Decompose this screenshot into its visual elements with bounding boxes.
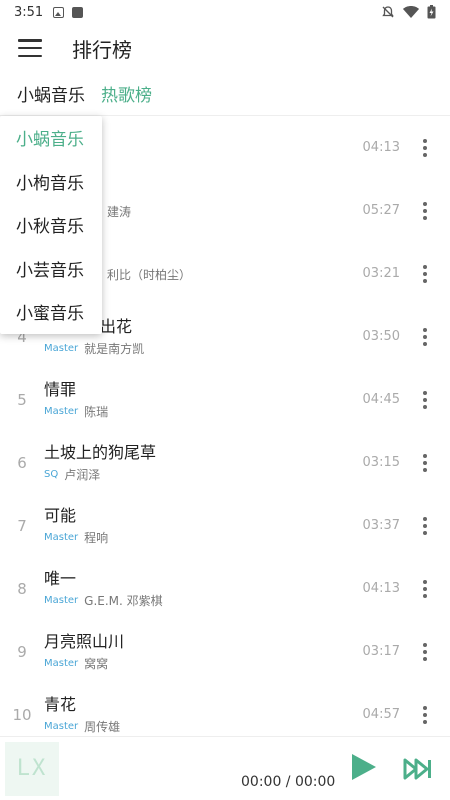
song-duration: 04:45 (362, 392, 400, 407)
song-duration: 03:50 (362, 329, 400, 344)
song-artist: 程响 (84, 531, 109, 545)
more-options-icon[interactable] (412, 390, 438, 409)
menu-icon[interactable] (18, 39, 42, 57)
quality-badge: Master (44, 595, 79, 606)
song-artist: 卢润泽 (64, 468, 101, 482)
song-rank: 10 (12, 705, 32, 724)
song-name: 月亮照山川 (44, 632, 125, 651)
playback-time: 00:00 / 00:00 (241, 774, 336, 790)
song-artist: 周传雄 (84, 720, 121, 734)
quality-badge: Master (44, 721, 79, 732)
more-options-icon[interactable] (412, 201, 438, 220)
song-duration: 04:13 (362, 581, 400, 596)
dropdown-item[interactable]: 小秋音乐 (0, 203, 102, 247)
more-options-icon[interactable] (412, 579, 438, 598)
battery-icon (427, 5, 436, 19)
image-notification-icon (53, 6, 65, 18)
source-selector[interactable]: 小蜗音乐 (17, 81, 85, 106)
song-row[interactable]: 9 月亮照山川 Master 窝窝 03:17 (0, 620, 450, 683)
song-duration: 03:15 (362, 455, 400, 470)
board-selector[interactable]: 热歌榜 (101, 81, 152, 106)
song-duration: 03:17 (362, 644, 400, 659)
song-info: 月亮照山川 Master 窝窝 (44, 631, 348, 672)
play-icon[interactable] (352, 754, 376, 780)
quality-badge: SQ (44, 469, 59, 480)
more-options-icon[interactable] (412, 705, 438, 724)
song-artist: 就是南方凯 (84, 342, 145, 356)
song-duration: 05:27 (362, 203, 400, 218)
player-bar: LX 00:00 / 00:00 (0, 736, 450, 800)
song-artist: G.E.M. 邓紫棋 (84, 594, 163, 608)
song-artist: 利比（时柏尘） (107, 268, 192, 282)
more-options-icon[interactable] (412, 327, 438, 346)
song-duration: 03:21 (362, 266, 400, 281)
song-info: 土坡上的狗尾草 SQ 卢润泽 (44, 442, 348, 483)
song-name: 土坡上的狗尾草 (44, 443, 157, 462)
song-meta: Master 就是南方凯 (44, 340, 348, 357)
song-artist: 窝窝 (84, 657, 109, 671)
song-rank: 8 (17, 579, 27, 598)
more-options-icon[interactable] (412, 138, 438, 157)
song-meta: Master 周传雄 (44, 718, 348, 735)
song-row[interactable]: 8 唯一 Master G.E.M. 邓紫棋 04:13 (0, 557, 450, 620)
song-duration: 04:13 (362, 140, 400, 155)
song-info: 可能 Master 程响 (44, 505, 348, 546)
more-options-icon[interactable] (412, 516, 438, 535)
dropdown-item[interactable]: 小枸音乐 (0, 160, 102, 204)
song-rank: 6 (17, 453, 27, 472)
quality-badge: Master (44, 532, 79, 543)
song-meta: Master G.E.M. 邓紫棋 (44, 592, 348, 609)
song-name: 情罪 (44, 380, 77, 399)
song-info: 情罪 Master 陈瑞 (44, 379, 348, 420)
notifications-off-icon (382, 6, 394, 18)
song-artist: 陈瑞 (84, 405, 109, 419)
dropdown-item[interactable]: 小芸音乐 (0, 247, 102, 291)
quality-badge: Master (44, 343, 79, 354)
song-rank: 9 (17, 642, 27, 661)
song-meta: Master 程响 (44, 529, 348, 546)
app-notification-icon (72, 6, 84, 18)
song-name: 可能 (44, 506, 77, 525)
status-icons-left (53, 6, 84, 18)
status-bar: 3:51 (0, 0, 450, 24)
song-name: 出花 (100, 317, 133, 336)
song-row[interactable]: 10 青花 Master 周传雄 04:57 (0, 683, 450, 736)
more-options-icon[interactable] (412, 264, 438, 283)
song-meta: SQ 卢润泽 (44, 466, 348, 483)
song-rank: 7 (17, 516, 27, 535)
song-duration: 03:37 (362, 518, 400, 533)
song-artist: 建涛 (107, 205, 132, 219)
more-options-icon[interactable] (412, 453, 438, 472)
song-info: 唯一 Master G.E.M. 邓紫棋 (44, 568, 348, 609)
quality-badge: Master (44, 658, 79, 669)
song-name: 青花 (44, 695, 77, 714)
album-cover[interactable]: LX (5, 741, 59, 796)
dropdown-item[interactable]: 小蜜音乐 (0, 290, 102, 334)
chart-selector-bar: 小蜗音乐 热歌榜 (0, 72, 450, 116)
wifi-icon (403, 5, 419, 18)
top-app-bar: 排行榜 (0, 24, 450, 72)
more-options-icon[interactable] (412, 642, 438, 661)
song-name: 唯一 (44, 569, 77, 588)
dropdown-item[interactable]: 小蜗音乐 (0, 116, 102, 160)
song-info: 青花 Master 周传雄 (44, 694, 348, 735)
status-time: 3:51 (14, 4, 44, 20)
source-dropdown-menu: 小蜗音乐 小枸音乐 小秋音乐 小芸音乐 小蜜音乐 (0, 116, 102, 334)
song-row[interactable]: 6 土坡上的狗尾草 SQ 卢润泽 03:15 (0, 431, 450, 494)
song-meta: Master 陈瑞 (44, 403, 348, 420)
song-row[interactable]: 5 情罪 Master 陈瑞 04:45 (0, 368, 450, 431)
song-meta: Master 窝窝 (44, 655, 348, 672)
status-icons-right (381, 5, 436, 19)
page-title: 排行榜 (72, 37, 132, 62)
song-rank: 5 (17, 390, 27, 409)
song-row[interactable]: 7 可能 Master 程响 03:37 (0, 494, 450, 557)
quality-badge: Master (44, 406, 79, 417)
next-track-icon[interactable] (403, 758, 433, 780)
song-duration: 04:57 (362, 707, 400, 722)
